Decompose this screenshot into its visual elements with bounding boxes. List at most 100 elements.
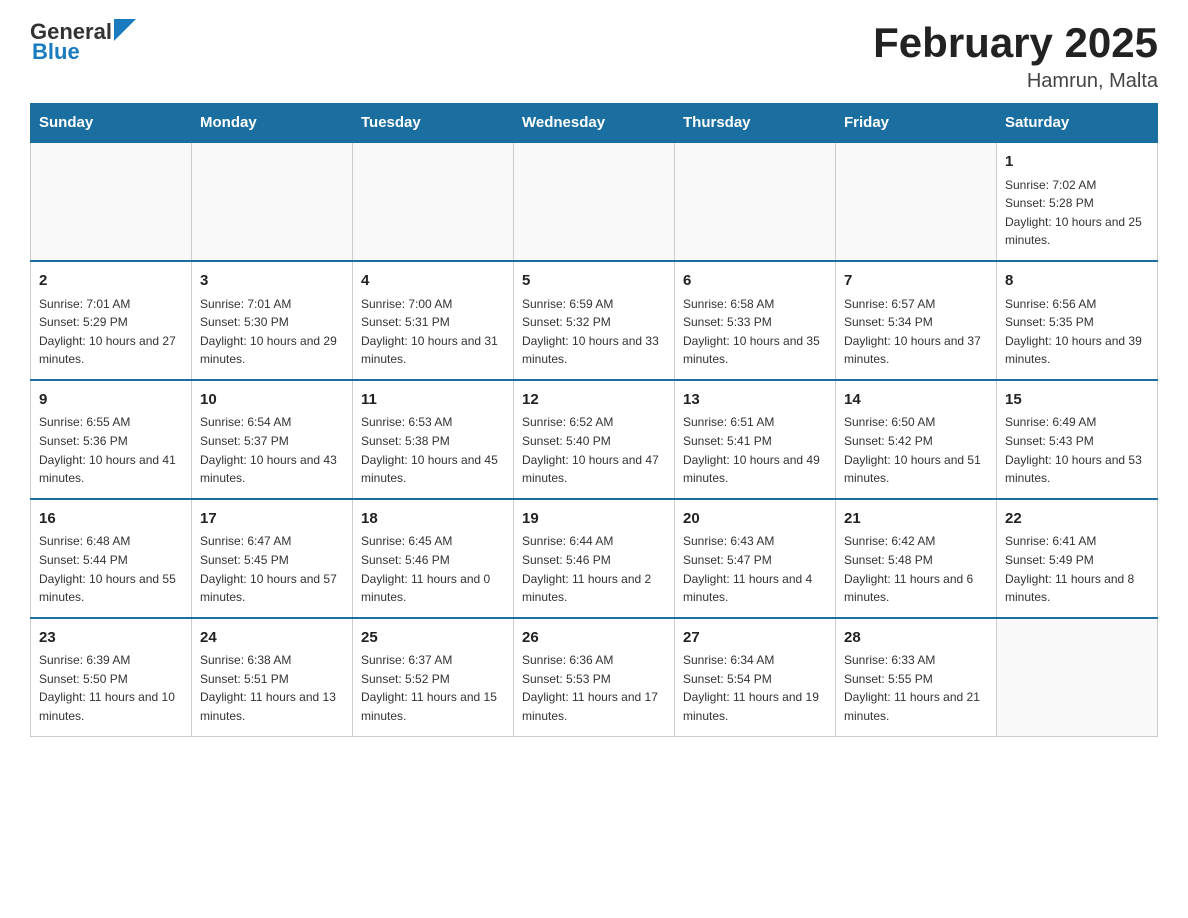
calendar-subtitle: Hamrun, Malta (873, 70, 1158, 93)
day-number: 26 (522, 627, 666, 650)
day-number: 14 (844, 389, 988, 412)
calendar-cell: 2Sunrise: 7:01 AM Sunset: 5:29 PM Daylig… (31, 261, 192, 380)
day-info: Sunrise: 7:01 AM Sunset: 5:29 PM Dayligh… (39, 295, 183, 369)
day-number: 3 (200, 270, 344, 293)
calendar-cell (31, 142, 192, 261)
calendar-cell: 8Sunrise: 6:56 AM Sunset: 5:35 PM Daylig… (997, 261, 1158, 380)
day-info: Sunrise: 7:01 AM Sunset: 5:30 PM Dayligh… (200, 295, 344, 369)
calendar-cell: 27Sunrise: 6:34 AM Sunset: 5:54 PM Dayli… (675, 618, 836, 736)
day-info: Sunrise: 6:34 AM Sunset: 5:54 PM Dayligh… (683, 651, 827, 725)
logo-triangle-icon (114, 19, 136, 41)
day-info: Sunrise: 6:33 AM Sunset: 5:55 PM Dayligh… (844, 651, 988, 725)
calendar-cell: 23Sunrise: 6:39 AM Sunset: 5:50 PM Dayli… (31, 618, 192, 736)
calendar-cell (353, 142, 514, 261)
calendar-cell: 9Sunrise: 6:55 AM Sunset: 5:36 PM Daylig… (31, 380, 192, 499)
day-number: 7 (844, 270, 988, 293)
day-number: 13 (683, 389, 827, 412)
calendar-cell: 3Sunrise: 7:01 AM Sunset: 5:30 PM Daylig… (192, 261, 353, 380)
day-info: Sunrise: 6:47 AM Sunset: 5:45 PM Dayligh… (200, 532, 344, 606)
calendar-cell (675, 142, 836, 261)
column-header-saturday: Saturday (997, 104, 1158, 143)
day-info: Sunrise: 6:55 AM Sunset: 5:36 PM Dayligh… (39, 413, 183, 487)
calendar-cell: 28Sunrise: 6:33 AM Sunset: 5:55 PM Dayli… (836, 618, 997, 736)
column-header-tuesday: Tuesday (353, 104, 514, 143)
day-number: 15 (1005, 389, 1149, 412)
day-number: 24 (200, 627, 344, 650)
calendar-cell: 1Sunrise: 7:02 AM Sunset: 5:28 PM Daylig… (997, 142, 1158, 261)
calendar-week-5: 23Sunrise: 6:39 AM Sunset: 5:50 PM Dayli… (31, 618, 1158, 736)
day-info: Sunrise: 6:42 AM Sunset: 5:48 PM Dayligh… (844, 532, 988, 606)
day-info: Sunrise: 6:52 AM Sunset: 5:40 PM Dayligh… (522, 413, 666, 487)
calendar-cell: 5Sunrise: 6:59 AM Sunset: 5:32 PM Daylig… (514, 261, 675, 380)
calendar-cell: 17Sunrise: 6:47 AM Sunset: 5:45 PM Dayli… (192, 499, 353, 618)
day-number: 23 (39, 627, 183, 650)
day-number: 4 (361, 270, 505, 293)
logo-blue-text: Blue (32, 40, 80, 64)
day-number: 1 (1005, 151, 1149, 174)
day-number: 9 (39, 389, 183, 412)
calendar-cell: 6Sunrise: 6:58 AM Sunset: 5:33 PM Daylig… (675, 261, 836, 380)
calendar-cell: 7Sunrise: 6:57 AM Sunset: 5:34 PM Daylig… (836, 261, 997, 380)
calendar-title: February 2025 (873, 20, 1158, 66)
day-info: Sunrise: 6:51 AM Sunset: 5:41 PM Dayligh… (683, 413, 827, 487)
day-number: 8 (1005, 270, 1149, 293)
day-info: Sunrise: 6:43 AM Sunset: 5:47 PM Dayligh… (683, 532, 827, 606)
day-info: Sunrise: 6:54 AM Sunset: 5:37 PM Dayligh… (200, 413, 344, 487)
calendar-cell: 13Sunrise: 6:51 AM Sunset: 5:41 PM Dayli… (675, 380, 836, 499)
calendar-cell: 21Sunrise: 6:42 AM Sunset: 5:48 PM Dayli… (836, 499, 997, 618)
calendar-cell: 25Sunrise: 6:37 AM Sunset: 5:52 PM Dayli… (353, 618, 514, 736)
day-number: 20 (683, 508, 827, 531)
day-info: Sunrise: 7:02 AM Sunset: 5:28 PM Dayligh… (1005, 176, 1149, 250)
calendar-cell: 26Sunrise: 6:36 AM Sunset: 5:53 PM Dayli… (514, 618, 675, 736)
day-info: Sunrise: 6:36 AM Sunset: 5:53 PM Dayligh… (522, 651, 666, 725)
calendar-week-4: 16Sunrise: 6:48 AM Sunset: 5:44 PM Dayli… (31, 499, 1158, 618)
day-number: 11 (361, 389, 505, 412)
calendar-cell: 11Sunrise: 6:53 AM Sunset: 5:38 PM Dayli… (353, 380, 514, 499)
day-number: 6 (683, 270, 827, 293)
day-info: Sunrise: 6:45 AM Sunset: 5:46 PM Dayligh… (361, 532, 505, 606)
calendar-table: SundayMondayTuesdayWednesdayThursdayFrid… (30, 103, 1158, 736)
day-number: 17 (200, 508, 344, 531)
day-info: Sunrise: 6:49 AM Sunset: 5:43 PM Dayligh… (1005, 413, 1149, 487)
calendar-cell (514, 142, 675, 261)
column-header-monday: Monday (192, 104, 353, 143)
day-number: 5 (522, 270, 666, 293)
day-number: 25 (361, 627, 505, 650)
calendar-cell: 18Sunrise: 6:45 AM Sunset: 5:46 PM Dayli… (353, 499, 514, 618)
column-header-thursday: Thursday (675, 104, 836, 143)
calendar-cell (836, 142, 997, 261)
calendar-cell: 22Sunrise: 6:41 AM Sunset: 5:49 PM Dayli… (997, 499, 1158, 618)
day-number: 2 (39, 270, 183, 293)
day-number: 22 (1005, 508, 1149, 531)
day-info: Sunrise: 6:50 AM Sunset: 5:42 PM Dayligh… (844, 413, 988, 487)
day-number: 28 (844, 627, 988, 650)
calendar-week-3: 9Sunrise: 6:55 AM Sunset: 5:36 PM Daylig… (31, 380, 1158, 499)
calendar-cell: 15Sunrise: 6:49 AM Sunset: 5:43 PM Dayli… (997, 380, 1158, 499)
calendar-cell: 16Sunrise: 6:48 AM Sunset: 5:44 PM Dayli… (31, 499, 192, 618)
day-info: Sunrise: 6:41 AM Sunset: 5:49 PM Dayligh… (1005, 532, 1149, 606)
day-info: Sunrise: 6:38 AM Sunset: 5:51 PM Dayligh… (200, 651, 344, 725)
day-info: Sunrise: 6:44 AM Sunset: 5:46 PM Dayligh… (522, 532, 666, 606)
calendar-cell: 14Sunrise: 6:50 AM Sunset: 5:42 PM Dayli… (836, 380, 997, 499)
day-info: Sunrise: 6:39 AM Sunset: 5:50 PM Dayligh… (39, 651, 183, 725)
day-number: 12 (522, 389, 666, 412)
day-number: 18 (361, 508, 505, 531)
calendar-header: SundayMondayTuesdayWednesdayThursdayFrid… (31, 104, 1158, 143)
day-number: 19 (522, 508, 666, 531)
page-header: General Blue February 2025 Hamrun, Malta (30, 20, 1158, 93)
day-info: Sunrise: 7:00 AM Sunset: 5:31 PM Dayligh… (361, 295, 505, 369)
calendar-week-2: 2Sunrise: 7:01 AM Sunset: 5:29 PM Daylig… (31, 261, 1158, 380)
column-header-wednesday: Wednesday (514, 104, 675, 143)
day-info: Sunrise: 6:58 AM Sunset: 5:33 PM Dayligh… (683, 295, 827, 369)
day-number: 21 (844, 508, 988, 531)
title-area: February 2025 Hamrun, Malta (873, 20, 1158, 93)
day-number: 27 (683, 627, 827, 650)
day-info: Sunrise: 6:37 AM Sunset: 5:52 PM Dayligh… (361, 651, 505, 725)
column-header-sunday: Sunday (31, 104, 192, 143)
column-header-friday: Friday (836, 104, 997, 143)
day-number: 16 (39, 508, 183, 531)
day-info: Sunrise: 6:53 AM Sunset: 5:38 PM Dayligh… (361, 413, 505, 487)
logo: General Blue (30, 20, 136, 64)
day-number: 10 (200, 389, 344, 412)
calendar-cell: 10Sunrise: 6:54 AM Sunset: 5:37 PM Dayli… (192, 380, 353, 499)
